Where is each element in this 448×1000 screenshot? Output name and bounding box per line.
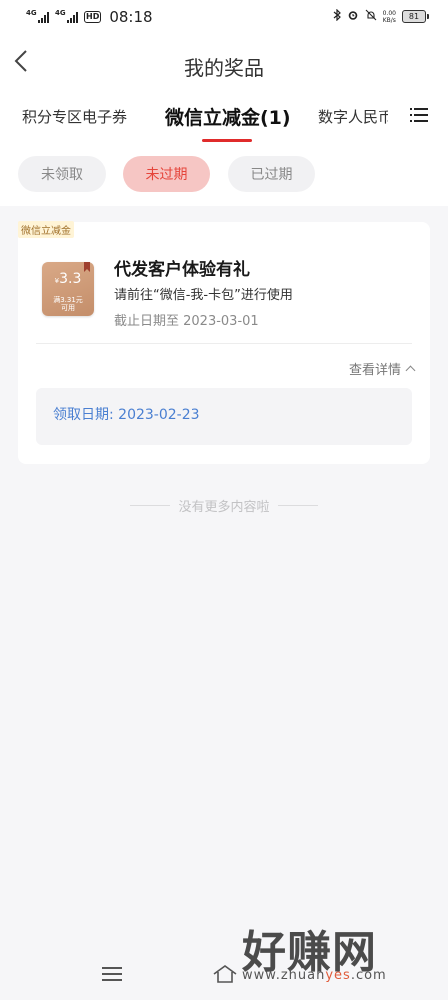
sim2-label: 4G [55, 9, 66, 17]
tab-digital-rmb-clip: 数字人民币 [318, 106, 388, 132]
divider [277, 505, 318, 506]
signal-icon: 4G [26, 9, 49, 23]
page-title: 我的奖品 [184, 56, 264, 80]
end-of-list-text: 没有更多内容啦 [178, 500, 270, 515]
coupon-icon: ¥3.3 满3.31元 可用 [42, 262, 94, 316]
alarm-icon [347, 9, 359, 24]
coupon-value: 3.3 [59, 271, 82, 287]
network-speed: 0.00 KB/s [383, 10, 396, 24]
divider [36, 343, 412, 344]
coupon-condition-line2: 可用 [61, 304, 75, 312]
card-description: 请前往“微信-我-卡包”进行使用 [114, 288, 293, 303]
signal-icon: 4G [55, 9, 78, 23]
watermark-url: www.zhuanyes.com [242, 968, 387, 983]
filter-expired[interactable]: 已过期 [228, 156, 315, 192]
end-of-list: 没有更多内容啦 [0, 496, 448, 515]
filter-unexpired[interactable]: 未过期 [123, 156, 210, 192]
filter-chips: 未领取 未过期 已过期 [0, 154, 448, 194]
battery-level: 81 [408, 12, 420, 21]
home-icon[interactable] [212, 964, 238, 984]
net-speed-value: 0.00 [382, 9, 396, 17]
view-details-label: 查看详情 [348, 363, 401, 378]
prize-card: 微信立减金 ¥3.3 满3.31元 可用 代发客户体验有礼 请前往“微信-我-卡… [18, 221, 430, 464]
details-panel: 领取日期: 2023-02-23 [36, 388, 412, 445]
mute-icon [365, 9, 377, 24]
nav-bar: 我的奖品 [0, 40, 448, 90]
hd-badge: HD [84, 11, 102, 23]
watermark-url-accent: yes [325, 968, 351, 983]
filter-unclaimed[interactable]: 未领取 [18, 156, 106, 192]
watermark-url-prefix: www.zhuan [242, 968, 326, 983]
list-menu-icon[interactable] [410, 107, 428, 123]
card-title: 代发客户体验有礼 [114, 260, 250, 280]
coupon-amount: ¥3.3 [42, 271, 94, 287]
tab-bar: 积分专区电子券 微信立减金(1) 数字人民币 [0, 96, 448, 146]
status-bar: 4G 4G HD 08:18 0.00 KB/s 81 [0, 0, 448, 34]
card-expiry: 截止日期至 2023-03-01 [114, 314, 259, 329]
net-speed-unit: KB/s [382, 16, 396, 24]
divider [130, 505, 171, 506]
active-tab-indicator [202, 139, 252, 142]
claim-date: 领取日期: 2023-02-23 [53, 407, 200, 423]
tab-wechat-discount[interactable]: 微信立减金(1) [165, 103, 291, 130]
coupon-condition-line1: 满3.31元 [53, 296, 83, 304]
sim1-label: 4G [26, 9, 37, 17]
clock: 08:18 [109, 8, 153, 26]
chevron-up-icon [405, 365, 416, 376]
tab-points-coupons[interactable]: 积分专区电子券 [22, 106, 127, 127]
coupon-condition: 满3.31元 可用 [42, 296, 94, 312]
tab-digital-rmb[interactable]: 数字人民币 [318, 106, 388, 127]
card-category-tag: 微信立减金 [18, 221, 74, 238]
menu-icon[interactable] [102, 966, 122, 982]
bluetooth-icon [333, 8, 341, 24]
view-details-button[interactable]: 查看详情 [348, 359, 416, 378]
battery-icon: 81 [402, 10, 429, 23]
watermark-url-suffix: .com [350, 968, 387, 983]
